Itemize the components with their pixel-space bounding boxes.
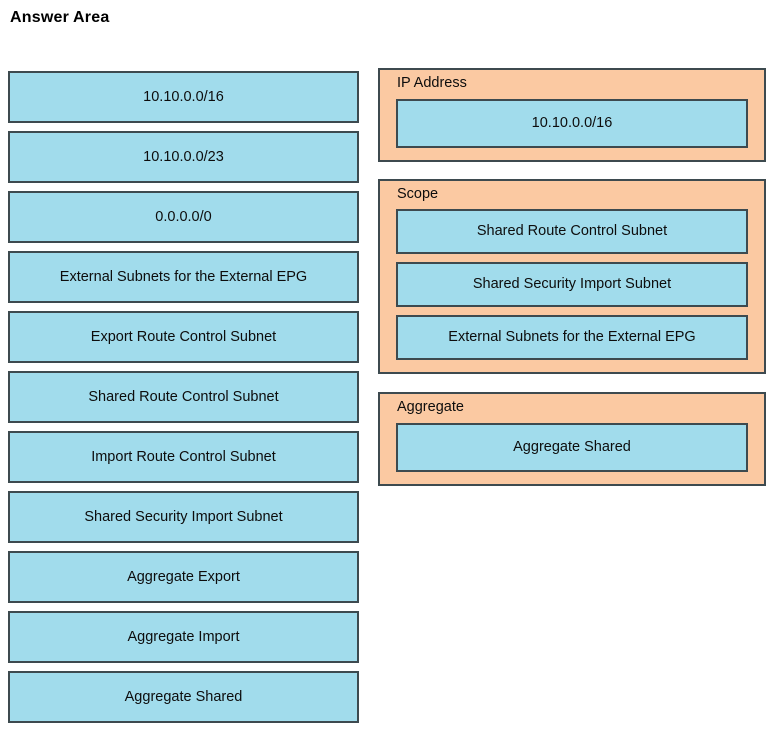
draggable-option-label: Aggregate Import: [127, 628, 240, 645]
drop-target-title: IP Address: [397, 75, 467, 91]
dropped-answer[interactable]: 10.10.0.0/16: [396, 98, 748, 148]
drop-target-list: IP Address 10.10.0.0/16 Scope Shared Rou…: [378, 68, 766, 486]
draggable-option[interactable]: Aggregate Export: [8, 551, 359, 603]
draggable-option[interactable]: Aggregate Import: [8, 611, 359, 663]
draggable-option[interactable]: 0.0.0.0/0: [8, 191, 359, 243]
draggable-option-label: 0.0.0.0/0: [155, 208, 212, 225]
dropped-answer[interactable]: Shared Route Control Subnet: [396, 209, 748, 255]
dropped-answer[interactable]: Aggregate Shared: [396, 422, 748, 472]
drop-target-title: Aggregate: [397, 399, 464, 416]
drop-target-title: Scope: [397, 185, 439, 202]
draggable-option[interactable]: 10.10.0.0/23: [8, 131, 359, 183]
dropped-answer-label: Aggregate Shared: [513, 438, 631, 455]
dropped-answer-label: External Subnets for the External EPG: [448, 329, 696, 346]
draggable-option-label: Aggregate Shared: [124, 688, 243, 705]
draggable-option[interactable]: Shared Route Control Subnet: [8, 371, 359, 423]
dropped-answer[interactable]: Shared Security Import Subnet: [396, 262, 748, 308]
draggable-option[interactable]: External Subnets for the External EPG: [8, 251, 359, 303]
draggable-option[interactable]: Export Route Control Subnet: [8, 311, 359, 363]
draggable-option[interactable]: 10.10.0.0/16: [8, 71, 359, 123]
dropped-answer[interactable]: External Subnets for the External EPG: [396, 315, 748, 361]
page-title: Answer Area: [10, 9, 110, 26]
draggable-option-label: Shared Security Import Subnet: [84, 508, 283, 525]
drop-target-aggregate[interactable]: Aggregate Aggregate Shared: [378, 392, 766, 486]
draggable-option-label: Shared Route Control Subnet: [88, 388, 279, 405]
dropped-answer-label: Shared Security Import Subnet: [472, 276, 672, 293]
draggable-option[interactable]: Import Route Control Subnet: [8, 431, 359, 483]
draggable-option-label: 10.10.0.0/23: [143, 148, 224, 165]
drop-target-ip-address[interactable]: IP Address 10.10.0.0/16: [378, 68, 766, 162]
draggable-option[interactable]: Aggregate Shared: [8, 671, 359, 723]
draggable-option-label: Export Route Control Subnet: [90, 328, 277, 345]
draggable-option-label: 10.10.0.0/16: [143, 88, 224, 105]
drop-target-scope[interactable]: Scope Shared Route Control Subnet Shared…: [378, 178, 766, 375]
draggable-option[interactable]: Shared Security Import Subnet: [8, 491, 359, 543]
draggable-option-label: Aggregate Export: [127, 568, 240, 585]
draggable-options-list: 10.10.0.0/16 10.10.0.0/23 0.0.0.0/0 Exte…: [8, 71, 359, 723]
dropped-answer-label: 10.10.0.0/16: [531, 114, 613, 131]
dropped-answer-label: Shared Route Control Subnet: [476, 223, 668, 240]
draggable-option-label: Import Route Control Subnet: [91, 448, 276, 465]
draggable-option-label: External Subnets for the External EPG: [59, 268, 308, 285]
